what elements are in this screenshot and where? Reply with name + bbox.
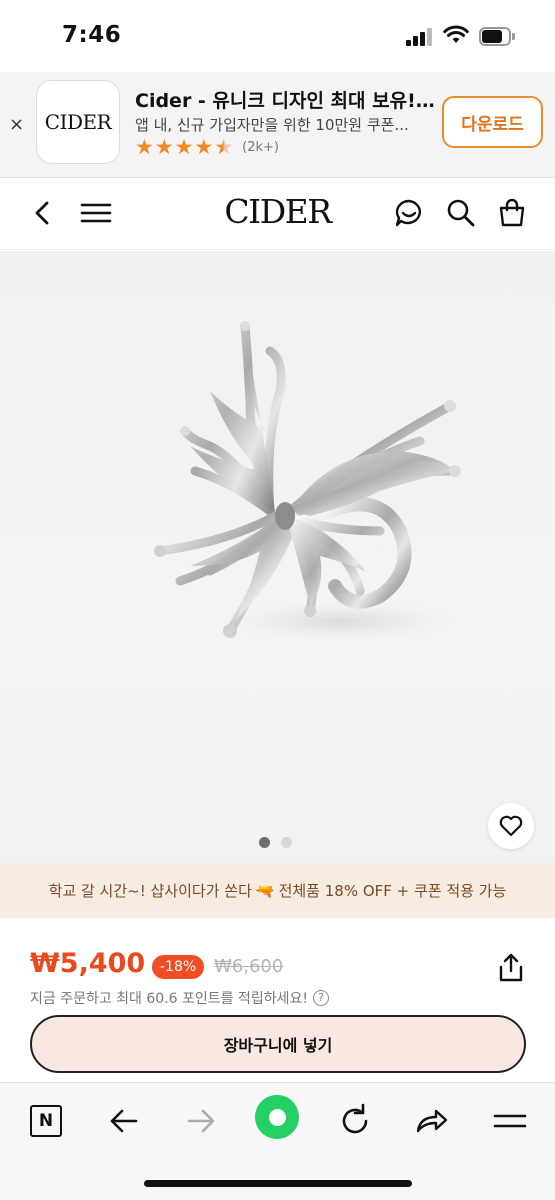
search-icon[interactable]	[444, 196, 478, 230]
wifi-icon	[443, 25, 469, 43]
carousel-indicator	[259, 837, 292, 848]
original-price: ₩6,600	[214, 956, 284, 977]
promo-text-offer: 전체품 18% OFF + 쿠폰 적용 가능	[278, 882, 507, 900]
product-image[interactable]	[0, 251, 555, 863]
app-logo: CIDER	[36, 80, 120, 164]
promo-banner[interactable]: 학교 갈 시간~! 샵사이다가 쏜다 🔫 전체품 18% OFF + 쿠폰 적용…	[0, 863, 555, 918]
points-text: 지금 주문하고 최대 60.6 포인트를 적립하세요!	[30, 991, 308, 1007]
water-gun-icon: 🔫	[255, 881, 275, 900]
carousel-dot-active[interactable]	[259, 837, 270, 848]
promo-text-lead: 학교 갈 시간~! 샵사이다가 쏜다	[48, 882, 252, 900]
app-rating: ★ ★ ★ ★ ★ (2k+)	[135, 136, 279, 158]
naver-letter: N	[30, 1105, 62, 1137]
status-time: 7:46	[62, 22, 122, 48]
home-indicator	[144, 1180, 412, 1187]
wishlist-button[interactable]	[488, 803, 534, 849]
star-icon: ★	[135, 135, 154, 159]
app-install-banner: × CIDER Cider - 유니크 디자인 최대 보유!... 앱 내, 신…	[0, 72, 555, 178]
naver-icon[interactable]: N	[26, 1101, 66, 1141]
help-icon[interactable]: ?	[313, 990, 329, 1006]
banner-subtitle: 앱 내, 신규 가입자만을 위한 10만원 쿠폰...	[135, 116, 409, 134]
share-arrow-icon[interactable]	[412, 1101, 452, 1141]
points-notice: 지금 주문하고 최대 60.6 포인트를 적립하세요! ?	[30, 988, 329, 1008]
banner-close-button[interactable]: ×	[9, 114, 24, 135]
share-icon[interactable]	[496, 952, 526, 984]
cellular-signal-icon	[406, 28, 434, 46]
half-star-icon: ★	[214, 135, 234, 159]
sale-price: ₩5,400	[30, 948, 146, 979]
download-button[interactable]: 다운로드	[442, 96, 543, 148]
star-icon: ★	[194, 135, 214, 159]
home-green-icon[interactable]	[255, 1095, 299, 1139]
banner-title: Cider - 유니크 디자인 최대 보유!...	[135, 90, 435, 112]
forward-arrow-icon[interactable]	[181, 1101, 221, 1141]
battery-icon	[479, 27, 515, 46]
add-to-cart-button[interactable]: 장바구니에 넣기	[30, 1015, 526, 1073]
back-arrow-icon[interactable]	[104, 1101, 144, 1141]
heart-icon	[499, 815, 523, 837]
rating-count: (2k+)	[242, 139, 279, 155]
price-row: ₩5,400 -18% ₩6,600	[30, 948, 530, 988]
bag-icon[interactable]	[495, 196, 529, 230]
carousel-dot[interactable]	[281, 837, 292, 848]
discount-badge: -18%	[152, 955, 205, 979]
home-dot	[268, 1108, 286, 1126]
chat-icon[interactable]	[392, 196, 426, 230]
status-bar: 7:46	[0, 0, 555, 72]
star-icon: ★	[174, 135, 194, 159]
refresh-icon[interactable]	[335, 1101, 375, 1141]
hamburger-icon[interactable]	[490, 1101, 530, 1141]
star-icon: ★	[154, 135, 174, 159]
product-photo	[154, 321, 470, 643]
site-header: CIDER	[0, 178, 555, 250]
